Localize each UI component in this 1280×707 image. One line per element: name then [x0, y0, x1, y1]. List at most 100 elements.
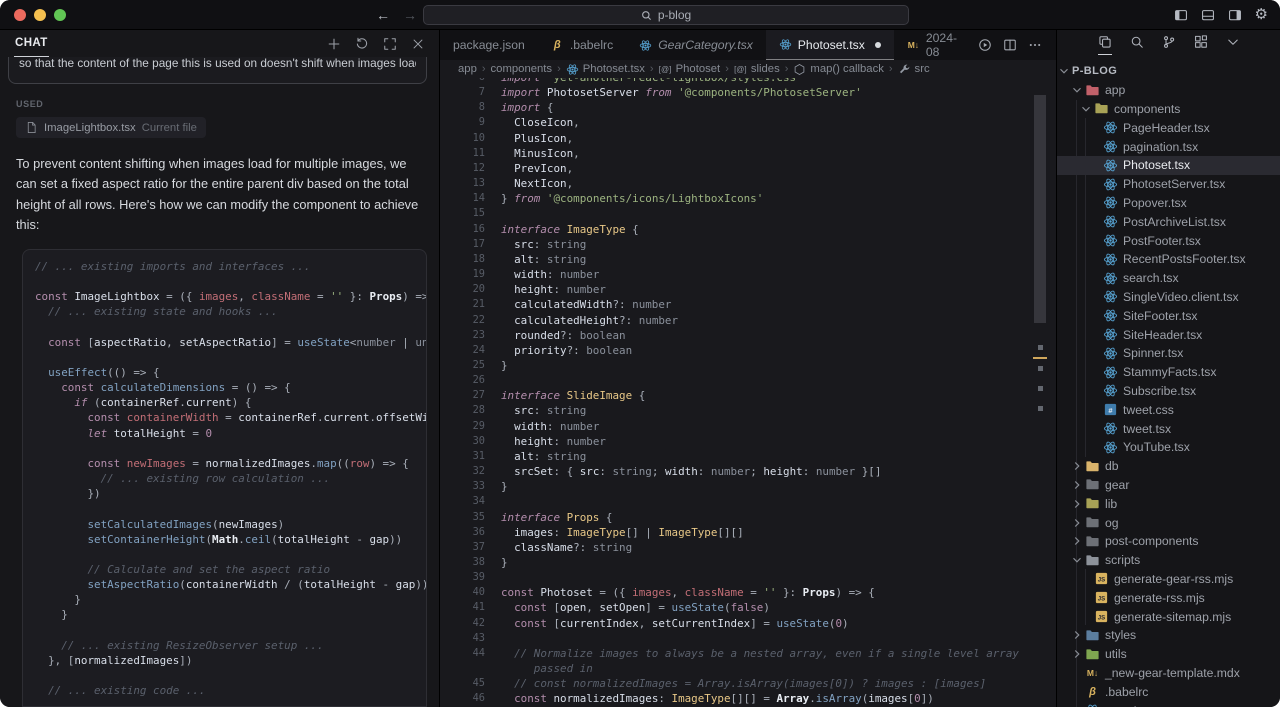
- tree-item-Photoset.tsx[interactable]: Photoset.tsx: [1057, 156, 1280, 175]
- tree-item-scripts[interactable]: scripts: [1057, 551, 1280, 570]
- tree-item-components[interactable]: components: [1057, 100, 1280, 119]
- tree-root[interactable]: P-BLOG: [1057, 62, 1280, 81]
- tree-item-Subscribe.tsx[interactable]: Subscribe.tsx: [1057, 382, 1280, 401]
- tree-item-_new-gear-template.mdx[interactable]: M↓_new-gear-template.mdx: [1057, 664, 1280, 683]
- code-editor[interactable]: 6import 'yet-another-react-lightbox/styl…: [440, 78, 1056, 707]
- window-zoom-button[interactable]: [54, 9, 66, 21]
- code-line: 40const Photoset = ({ images, className …: [440, 585, 1056, 600]
- chat-conversation[interactable]: so that the content of the page this is …: [0, 57, 439, 707]
- code-line: setContainerHeight(Math.ceil(totalHeight…: [35, 532, 414, 547]
- tree-item-Spinner.tsx[interactable]: Spinner.tsx: [1057, 344, 1280, 363]
- layout-right-icon[interactable]: [1228, 8, 1242, 22]
- code-line: 12 PrevIcon,: [440, 161, 1056, 176]
- breadcrumb-item[interactable]: Photoset.tsx: [566, 63, 645, 76]
- editor-actions: [978, 30, 1056, 60]
- code-line: 37 className?: string: [440, 540, 1056, 555]
- code-line: 27interface SlideImage {: [440, 388, 1056, 403]
- tree-item-generate-rss.mjs[interactable]: JSgenerate-rss.mjs: [1057, 588, 1280, 607]
- tab-GearCategory.tsx[interactable]: GearCategory.tsx: [626, 30, 766, 60]
- command-search-input[interactable]: p-blog: [423, 5, 909, 25]
- code-line: [35, 274, 414, 289]
- tree-item-SiteHeader.tsx[interactable]: SiteHeader.tsx: [1057, 325, 1280, 344]
- settings-icon[interactable]: ⚙: [1255, 8, 1268, 22]
- explorer-sidebar: P-BLOGappcomponentsPageHeader.tsxpaginat…: [1056, 30, 1280, 707]
- extensions-icon[interactable]: [1194, 35, 1208, 55]
- tree-item-Popover.tsx[interactable]: Popover.tsx: [1057, 194, 1280, 213]
- overview-ruler-mark: [1038, 345, 1043, 350]
- layout-panel-icon[interactable]: [1201, 8, 1215, 22]
- forward-icon[interactable]: →: [403, 7, 417, 23]
- editor-scrollbar[interactable]: [1034, 95, 1046, 323]
- tree-item-styles[interactable]: styles: [1057, 626, 1280, 645]
- breadcrumb-item[interactable]: [@]slides: [734, 63, 780, 76]
- code-line: 8import {: [440, 100, 1056, 115]
- tree-item-error.tsx[interactable]: error.tsx: [1057, 701, 1280, 707]
- chevron-down-icon[interactable]: [1226, 35, 1240, 55]
- code-line: [35, 350, 414, 365]
- tree-item-app[interactable]: app: [1057, 81, 1280, 100]
- tree-item-RecentPostsFooter.tsx[interactable]: RecentPostsFooter.tsx: [1057, 250, 1280, 269]
- code-line: 18 alt: string: [440, 252, 1056, 267]
- tree-item-utils[interactable]: utils: [1057, 645, 1280, 664]
- tree-item-SiteFooter.tsx[interactable]: SiteFooter.tsx: [1057, 306, 1280, 325]
- used-file-name: ImageLightbox.tsx: [44, 122, 136, 134]
- tree-item-YouTube.tsx[interactable]: YouTube.tsx: [1057, 438, 1280, 457]
- tree-item-post-components[interactable]: post-components: [1057, 532, 1280, 551]
- chat-code-block[interactable]: // ... existing imports and interfaces .…: [22, 249, 427, 707]
- tree-item-gear[interactable]: gear: [1057, 476, 1280, 495]
- tree-item-StammyFacts.tsx[interactable]: StammyFacts.tsx: [1057, 363, 1280, 382]
- code-line: 34: [440, 494, 1056, 509]
- tree-item-generate-gear-rss.mjs[interactable]: JSgenerate-gear-rss.mjs: [1057, 570, 1280, 589]
- split-icon[interactable]: [1003, 38, 1017, 52]
- history-icon[interactable]: [355, 37, 369, 51]
- tree-item-PostFooter.tsx[interactable]: PostFooter.tsx: [1057, 231, 1280, 250]
- chat-header-actions: [327, 37, 425, 51]
- frame-icon[interactable]: [383, 37, 397, 51]
- tree-item-og[interactable]: og: [1057, 513, 1280, 532]
- layout-left-icon[interactable]: [1174, 8, 1188, 22]
- window-close-button[interactable]: [14, 9, 26, 21]
- more-icon[interactable]: [1028, 38, 1042, 52]
- git-icon[interactable]: [1162, 35, 1176, 55]
- tab-package.json[interactable]: package.json: [440, 30, 538, 60]
- tree-item-.babelrc[interactable]: β.babelrc: [1057, 682, 1280, 701]
- window-minimize-button[interactable]: [34, 9, 46, 21]
- chat-panel: CHAT so that the content of the page thi…: [0, 30, 440, 707]
- breadcrumb-item[interactable]: components: [491, 63, 553, 75]
- tree-item-lib[interactable]: lib: [1057, 494, 1280, 513]
- svg-text:JS: JS: [1098, 577, 1105, 584]
- tree-item-SingleVideo.client.tsx[interactable]: SingleVideo.client.tsx: [1057, 288, 1280, 307]
- tree-item-search.tsx[interactable]: search.tsx: [1057, 269, 1280, 288]
- breadcrumb-item[interactable]: [@]Photoset: [659, 63, 721, 76]
- activity-bar: [1057, 30, 1280, 60]
- breadcrumb-item[interactable]: src: [898, 63, 930, 76]
- tree-item-generate-sitemap.mjs[interactable]: JSgenerate-sitemap.mjs: [1057, 607, 1280, 626]
- used-file-chip[interactable]: ImageLightbox.tsx Current file: [16, 117, 206, 138]
- breadcrumb-item[interactable]: map() callback: [793, 63, 883, 76]
- tab-.babelrc[interactable]: β.babelrc: [538, 30, 626, 60]
- tree-item-tweet.tsx[interactable]: tweet.tsx: [1057, 419, 1280, 438]
- tab-Photoset.tsx[interactable]: Photoset.tsx: [766, 30, 894, 60]
- back-icon[interactable]: ←: [376, 7, 390, 23]
- tree-item-tweet.css[interactable]: #tweet.css: [1057, 400, 1280, 419]
- close-icon[interactable]: [411, 37, 425, 51]
- run-icon[interactable]: [978, 38, 992, 52]
- code-line: 25}: [440, 358, 1056, 373]
- tree-item-db[interactable]: db: [1057, 457, 1280, 476]
- code-line: 11 MinusIcon,: [440, 146, 1056, 161]
- tree-item-PageHeader.tsx[interactable]: PageHeader.tsx: [1057, 118, 1280, 137]
- code-line: 44 // Normalize images to always be a ne…: [440, 646, 1056, 661]
- tree-item-pagination.tsx[interactable]: pagination.tsx: [1057, 137, 1280, 156]
- plus-icon[interactable]: [327, 37, 341, 51]
- tab-chat[interactable]: CHAT: [14, 31, 49, 57]
- search-icon[interactable]: [1130, 35, 1144, 55]
- tree-item-PostArchiveList.tsx[interactable]: PostArchiveList.tsx: [1057, 212, 1280, 231]
- code-line: 21 calculatedWidth?: number: [440, 297, 1056, 312]
- tab-2024-08[interactable]: M↓2024-08: [894, 30, 978, 60]
- files-icon[interactable]: [1098, 35, 1112, 55]
- breadcrumb[interactable]: app›components›Photoset.tsx›[@]Photoset›…: [440, 60, 1056, 78]
- code-line: 15: [440, 206, 1056, 221]
- breadcrumb-item[interactable]: app: [458, 63, 477, 75]
- tree-item-PhotosetServer.tsx[interactable]: PhotosetServer.tsx: [1057, 175, 1280, 194]
- editor-tabbar: package.jsonβ.babelrcGearCategory.tsxPho…: [440, 30, 1056, 60]
